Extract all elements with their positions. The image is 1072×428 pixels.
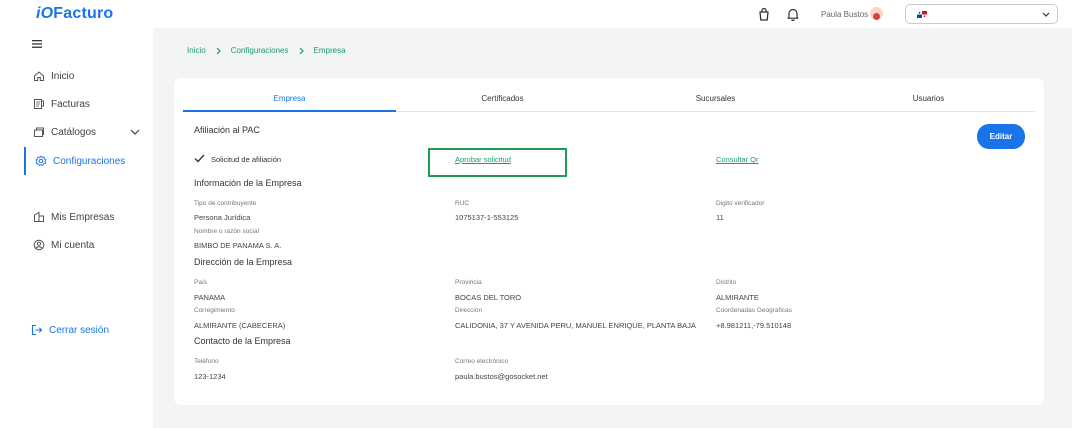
company-name-label: Nombre o razón social — [194, 228, 260, 235]
phone-label: Teléfono — [194, 358, 219, 365]
app-logo[interactable]: iOFacturo — [36, 5, 113, 23]
sidebar: Inicio Facturas Catálogos Configuracione… — [0, 28, 153, 428]
active-tab-underline — [183, 110, 396, 112]
coordinates-label: Coordenadas Geograficas — [716, 307, 792, 314]
country-label: País — [194, 279, 208, 286]
chevron-right-icon — [299, 47, 304, 54]
sidebar-item-mi-cuenta[interactable]: Mi cuenta — [33, 237, 94, 253]
email-label: Correo electrónico — [455, 358, 509, 365]
coordinates-value: +8.981211,-79.510148 — [716, 321, 792, 330]
company-card: Empresa Certificados Sucursales Usuarios… — [174, 78, 1044, 405]
email-value: paula.bustos@gosocket.net — [455, 372, 548, 381]
breadcrumb-empresa: Empresa — [313, 46, 346, 55]
language-select[interactable] — [905, 4, 1058, 24]
sidebar-item-configuraciones[interactable]: Configuraciones — [35, 153, 125, 169]
company-name-value: BIMBO DE PANAMA S. A. — [194, 241, 282, 250]
sidebar-item-mis-empresas[interactable]: Mis Empresas — [33, 209, 114, 225]
catalog-icon — [34, 127, 44, 137]
address-title: Dirección de la Empresa — [194, 257, 293, 267]
country-value: PANAMA — [194, 293, 226, 302]
home-icon — [34, 71, 44, 81]
approve-request-link[interactable]: Aprobar solicitud — [455, 155, 511, 164]
menu-icon[interactable] — [32, 40, 42, 48]
edit-button[interactable]: Editar — [977, 124, 1025, 149]
breadcrumb-configuraciones[interactable]: Configuraciones — [231, 46, 289, 55]
ruc-value: 1075137-1-553125 — [455, 213, 519, 222]
address-value: CALIDONIA, 37 Y AVENIDA PERU, MANUEL ENR… — [455, 321, 696, 330]
company-info-title: Información de la Empresa — [194, 178, 302, 188]
taxpayer-type-label: Tipo de contribuyente — [194, 200, 257, 207]
taxpayer-type-value: Persona Jurídica — [194, 213, 251, 222]
tab-certificados[interactable]: Certificados — [396, 94, 609, 103]
corregimiento-label: Corregimiento — [194, 307, 235, 314]
pac-title: Afiliación al PAC — [194, 125, 260, 135]
phone-value: 123-1234 — [194, 372, 226, 381]
bell-icon[interactable] — [785, 6, 801, 22]
user-avatar[interactable] — [870, 7, 883, 20]
invoice-icon — [34, 99, 44, 109]
ruc-label: RUC — [455, 200, 470, 207]
district-value: ALMIRANTE — [716, 293, 759, 302]
user-name[interactable]: Paula Bustos — [821, 10, 868, 19]
district-label: Distrito — [716, 279, 737, 286]
sidebar-item-catalogos[interactable]: Catálogos — [33, 124, 96, 140]
corregimiento-value: ALMIRANTE (CABECERA) — [194, 321, 286, 330]
tab-sucursales[interactable]: Sucursales — [609, 94, 822, 103]
panama-flag-icon — [917, 11, 927, 18]
gear-icon — [35, 155, 47, 166]
affiliation-request-label: Solicitud de afiliación — [211, 155, 282, 164]
province-value: BOCAS DEL TORO — [455, 293, 522, 302]
chevron-right-icon — [216, 47, 221, 54]
check-digit-label: Digito verificador — [716, 200, 765, 207]
top-bar: iOFacturo Paula Bustos — [0, 0, 1072, 28]
chevron-down-icon — [1042, 12, 1050, 17]
breadcrumb-inicio[interactable]: Inicio — [187, 46, 206, 55]
building-icon — [34, 211, 44, 222]
tab-bar: Empresa Certificados Sucursales Usuarios — [183, 88, 1035, 112]
sidebar-item-facturas[interactable]: Facturas — [33, 96, 90, 112]
logout-link[interactable]: Cerrar sesión — [31, 322, 109, 338]
check-icon — [194, 154, 205, 163]
tab-empresa[interactable]: Empresa — [183, 94, 396, 103]
sidebar-item-inicio[interactable]: Inicio — [33, 68, 74, 84]
catalogos-chevron-down-icon[interactable] — [130, 129, 140, 135]
breadcrumb: Inicio Configuraciones Empresa — [187, 46, 346, 55]
address-label: Dirección — [455, 307, 483, 314]
consult-qr-link[interactable]: Consultar Qr — [716, 155, 759, 164]
user-circle-icon — [33, 239, 45, 251]
province-label: Provincia — [455, 279, 482, 286]
tab-usuarios[interactable]: Usuarios — [822, 94, 1035, 103]
logout-icon — [31, 324, 43, 336]
shopping-bag-icon[interactable] — [756, 6, 772, 22]
contact-title: Contacto de la Empresa — [194, 336, 291, 346]
check-digit-value: 11 — [716, 213, 724, 222]
active-indicator — [24, 147, 26, 175]
